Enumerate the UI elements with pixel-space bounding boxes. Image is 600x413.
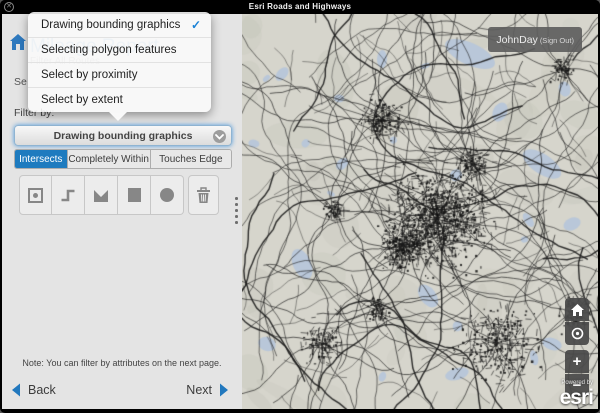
app-title: Esri Roads and Highways bbox=[0, 2, 600, 11]
draw-polygon-button[interactable] bbox=[85, 175, 118, 215]
locate-icon bbox=[570, 326, 585, 341]
map-home-button[interactable] bbox=[565, 298, 589, 321]
point-icon bbox=[28, 188, 43, 203]
esri-logo: esri bbox=[560, 386, 593, 409]
attribution: Powered by esri bbox=[560, 380, 593, 408]
sign-out-link[interactable]: (Sign Out) bbox=[540, 36, 574, 45]
rectangle-icon bbox=[128, 188, 141, 202]
app-window: ✕ Esri Roads and Highways Mileage Report… bbox=[0, 0, 600, 413]
draw-rectangle-button[interactable] bbox=[118, 175, 151, 215]
checkmark-icon: ✓ bbox=[191, 18, 201, 32]
polyline-icon bbox=[60, 187, 76, 203]
user-badge[interactable]: JohnDay(Sign Out) bbox=[488, 27, 582, 52]
next-label: Next bbox=[186, 383, 212, 397]
map-container: JohnDay(Sign Out) + − Powered by esri bbox=[242, 14, 598, 409]
map-locate-button[interactable] bbox=[565, 322, 589, 345]
map-home-icon bbox=[571, 304, 584, 316]
tab-intersects[interactable]: Intersects bbox=[15, 150, 67, 168]
filter-method-dropdown[interactable]: Drawing bounding graphics bbox=[14, 125, 232, 146]
chevron-right-icon bbox=[218, 382, 230, 398]
back-label: Back bbox=[28, 383, 56, 397]
menu-item-selecting-polygon-features[interactable]: Selecting polygon features bbox=[28, 37, 211, 62]
menu-item-select-by-extent[interactable]: Select by extent bbox=[28, 87, 211, 112]
circle-icon bbox=[160, 188, 174, 202]
spatial-relation-tabs: Intersects Completely Within Touches Edg… bbox=[14, 149, 232, 169]
filter-method-menu: Drawing bounding graphics ✓ Selecting po… bbox=[28, 12, 211, 112]
tab-touches-edge[interactable]: Touches Edge bbox=[150, 150, 231, 168]
map-canvas[interactable] bbox=[242, 14, 598, 409]
next-button[interactable]: Next bbox=[186, 382, 230, 398]
trash-icon bbox=[196, 187, 211, 204]
draw-toolbar bbox=[19, 175, 184, 215]
tab-completely-within[interactable]: Completely Within bbox=[67, 150, 150, 168]
chevron-down-icon bbox=[213, 130, 226, 143]
note-text: Note: You can filter by attributes on th… bbox=[2, 358, 242, 368]
draw-point-button[interactable] bbox=[19, 175, 52, 215]
clear-graphics-button[interactable] bbox=[188, 175, 219, 215]
back-button[interactable]: Back bbox=[10, 382, 56, 398]
draw-circle-button[interactable] bbox=[151, 175, 184, 215]
panel-resize-handle[interactable] bbox=[235, 197, 239, 227]
instruction-text: Se bbox=[14, 76, 27, 88]
dropdown-selected-value: Drawing bounding graphics bbox=[54, 130, 193, 142]
draw-polyline-button[interactable] bbox=[52, 175, 85, 215]
menu-item-drawing-bounding-graphics[interactable]: Drawing bounding graphics ✓ bbox=[28, 12, 211, 37]
user-name: JohnDay bbox=[496, 34, 537, 46]
zoom-in-button[interactable]: + bbox=[565, 350, 589, 373]
chevron-left-icon bbox=[10, 382, 22, 398]
polygon-icon bbox=[93, 188, 109, 203]
menu-item-select-by-proximity[interactable]: Select by proximity bbox=[28, 62, 211, 87]
home-icon[interactable] bbox=[9, 33, 27, 51]
